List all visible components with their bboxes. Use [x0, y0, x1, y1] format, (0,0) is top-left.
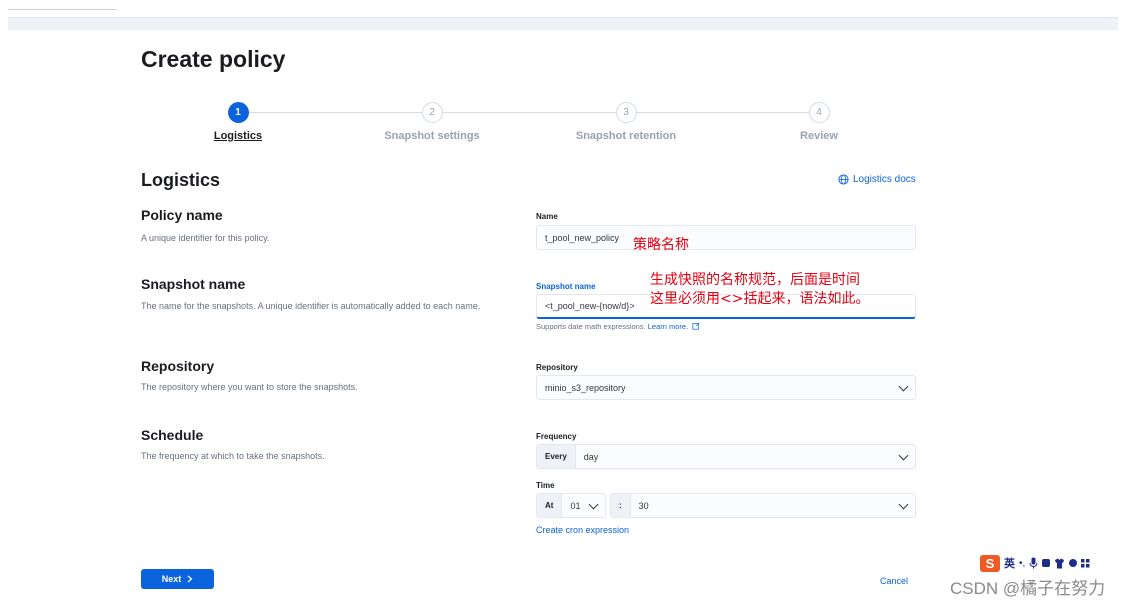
step-number: 2 [421, 102, 443, 123]
step-label: Review [800, 130, 838, 142]
step-number: 4 [808, 102, 830, 123]
logistics-docs-link[interactable]: Logistics docs [838, 174, 916, 185]
learn-more-link[interactable]: Learn more. [648, 322, 688, 331]
chevron-down-icon [898, 450, 909, 460]
repository-label: Repository [536, 363, 578, 372]
minute-group: : 30 [611, 494, 649, 517]
step-label: Snapshot settings [384, 130, 480, 142]
policy-name-value: t_pool_new_policy [545, 232, 620, 243]
step-number: 3 [615, 102, 637, 123]
snapshot-name-annotation: 生成快照的名称规范，后面是时间 这里必须用<>括起来，语法如此。 [650, 271, 869, 309]
grid-icon [1081, 558, 1090, 567]
policy-name-annotation: 策略名称 [633, 237, 689, 253]
toolbox-icon [1069, 559, 1078, 567]
stepper: 1 Logistics 2 Snapshot settings 3 Snapsh… [141, 102, 916, 146]
repository-value: minio_s3_repository [545, 382, 626, 393]
schedule-title: Schedule [141, 427, 204, 443]
policy-name-input[interactable]: t_pool_new_policy [536, 225, 916, 250]
hour-value: 01 [570, 500, 581, 511]
policy-name-title: Policy name [141, 207, 223, 223]
docs-link-label: Logistics docs [853, 174, 916, 185]
frequency-select[interactable]: Every day [536, 444, 916, 469]
chevron-down-icon [588, 499, 599, 509]
step-logistics[interactable]: 1 Logistics [141, 102, 335, 142]
ime-toolbar[interactable]: S 英 •, [980, 554, 1090, 572]
external-link-icon [692, 322, 700, 330]
hour-group: At 01 [537, 494, 580, 517]
globe-icon [838, 174, 849, 185]
time-row: At 01 : 30 [536, 493, 916, 518]
step-number: 1 [227, 102, 249, 123]
create-cron-expression-link[interactable]: Create cron expression [536, 525, 629, 535]
frequency-label: Frequency [536, 432, 577, 441]
frequency-value: day [583, 451, 599, 462]
policy-name-description: A unique identifier for this policy. [141, 233, 270, 243]
snapshot-name-description: The name for the snapshots. A unique ide… [141, 301, 481, 311]
time-prepend: At [537, 494, 563, 517]
chevron-down-icon [898, 499, 909, 509]
minute-value: 30 [638, 500, 649, 511]
snapshot-name-title: Snapshot name [141, 276, 246, 292]
minute-select[interactable]: : 30 [610, 493, 916, 518]
repository-description: The repository where you want to store t… [141, 382, 358, 392]
top-divider [8, 9, 116, 10]
chevron-right-icon [187, 575, 193, 583]
hour-select[interactable]: At 01 [536, 493, 606, 518]
repository-select[interactable]: minio_s3_repository [536, 375, 916, 400]
next-button[interactable]: Next [141, 569, 214, 589]
snapshot-name-help: Supports date math expressions. Learn mo… [536, 322, 700, 331]
snapshot-name-label: Snapshot name [536, 282, 596, 291]
section-title: Logistics [141, 170, 221, 190]
punctuation-icon: •, [1019, 557, 1026, 569]
ime-logo: S [980, 554, 1000, 572]
header-band [8, 17, 1118, 30]
keyboard-icon [1042, 559, 1051, 567]
name-label: Name [536, 212, 558, 221]
cancel-button[interactable]: Cancel [880, 576, 908, 586]
csdn-watermark: CSDN @橘子在努力 [950, 579, 1106, 598]
page-title: Create policy [141, 46, 286, 72]
schedule-description: The frequency at which to take the snaps… [141, 451, 325, 461]
annotation-line: 生成快照的名称规范，后面是时间 [650, 272, 860, 288]
chevron-down-icon [898, 381, 909, 391]
shirt-icon [1055, 558, 1065, 568]
step-label: Snapshot retention [575, 130, 677, 142]
step-snapshot-retention[interactable]: 3 Snapshot retention [529, 102, 723, 142]
step-review[interactable]: 4 Review [722, 102, 916, 142]
frequency-prepend: Every [537, 445, 576, 468]
ime-language: 英 [1004, 558, 1015, 570]
repository-title: Repository [141, 358, 215, 374]
annotation-line: 这里必须用<>括起来，语法如此。 [650, 291, 870, 307]
next-label: Next [161, 574, 182, 584]
help-text: Supports date math expressions. [536, 322, 646, 331]
step-snapshot-settings[interactable]: 2 Snapshot settings [335, 102, 529, 142]
snapshot-name-value: <t_pool_new-{now/d}> [545, 301, 635, 311]
step-label: Logistics [213, 130, 263, 142]
minute-prepend: : [611, 494, 631, 517]
frequency-group: Every day [537, 445, 599, 468]
microphone-icon [1029, 557, 1038, 569]
time-label: Time [536, 481, 555, 490]
